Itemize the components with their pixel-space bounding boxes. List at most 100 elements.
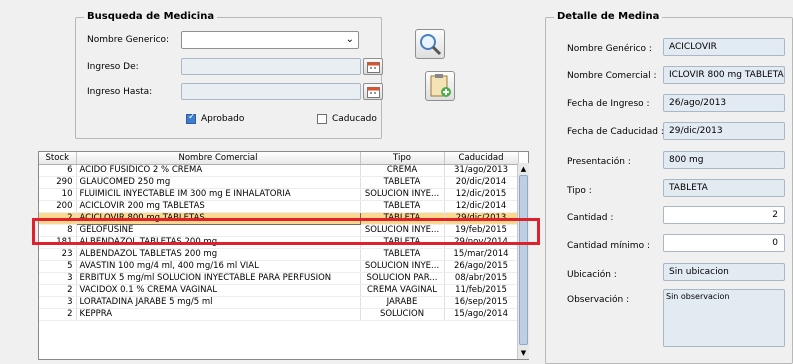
cell-type: TABLETA bbox=[360, 176, 445, 189]
cell-stock: 10 bbox=[39, 188, 77, 201]
detail-min-quantity-field[interactable]: 0 bbox=[663, 234, 785, 252]
column-header-name[interactable]: Nombre Comercial bbox=[76, 152, 361, 165]
scroll-down-icon[interactable]: ▼ bbox=[519, 348, 528, 358]
cell-expiry: 11/feb/2015 bbox=[444, 284, 519, 297]
detail-generic-label: Nombre Genérico : bbox=[567, 44, 652, 54]
detail-location-field: Sin ubicacion bbox=[663, 263, 785, 281]
cell-stock: 290 bbox=[39, 176, 77, 189]
table-row[interactable]: 2 KEPPRA SOLUCION 15/ago/2014 bbox=[39, 308, 519, 321]
cell-name: ERBITUX 5 mg/ml SOLUCION INYECTABLE PARA… bbox=[76, 272, 361, 285]
date-from-calendar-button[interactable] bbox=[363, 58, 383, 75]
clipboard-add-icon bbox=[430, 74, 451, 97]
cell-expiry: 26/ago/2015 bbox=[444, 260, 519, 273]
selected-row-highlight bbox=[32, 218, 540, 245]
date-to-input[interactable] bbox=[181, 83, 361, 100]
cell-type: SOLUCION INYE... bbox=[360, 188, 445, 201]
detail-expiry-label: Fecha de Caducidad : bbox=[567, 127, 664, 137]
approved-checkbox[interactable] bbox=[186, 112, 196, 124]
detail-commercial-field: ICLOVIR 800 mg TABLETAS bbox=[663, 66, 785, 84]
search-group-title: Busqueda de Medicina bbox=[84, 11, 218, 22]
cell-stock: 200 bbox=[39, 200, 77, 213]
cell-expiry: 12/dic/2015 bbox=[444, 188, 519, 201]
search-button[interactable] bbox=[415, 29, 445, 59]
medicine-table: Stock Nombre Comercial Tipo Caducidad 6A… bbox=[38, 151, 529, 360]
table-row[interactable]: 3 LORATADINA JARABE 5 mg/5 ml JARABE 16/sep… bbox=[39, 296, 519, 309]
table-row[interactable]: 10 FLUIMICIL INYECTABLE IM 300 mg E INHAL… bbox=[39, 188, 519, 201]
cell-expiry: 20/dic/2014 bbox=[444, 176, 519, 189]
cell-name: FLUIMICIL INYECTABLE IM 300 mg E INHALAT… bbox=[76, 188, 361, 201]
detail-quantity-field[interactable]: 2 bbox=[663, 206, 785, 224]
date-from-label: Ingreso De: bbox=[87, 62, 139, 72]
cell-stock: 3 bbox=[39, 272, 77, 285]
table-row[interactable]: 3 ERBITUX 5 mg/ml SOLUCION INYECTABLE PAR… bbox=[39, 272, 519, 285]
generic-name-combo[interactable]: ⌄ bbox=[181, 31, 359, 49]
cell-type: CREMA bbox=[360, 164, 445, 177]
cell-name: GLAUCOMED 250 mg bbox=[76, 176, 361, 189]
expired-checkbox[interactable] bbox=[317, 114, 327, 124]
detail-min-quantity-label: Cantidad mínimo : bbox=[567, 241, 650, 251]
detail-entry-field: 26/ago/2013 bbox=[663, 94, 785, 112]
detail-group-title: Detalle de Medina bbox=[554, 11, 663, 22]
scroll-up-icon[interactable]: ▲ bbox=[519, 164, 528, 174]
table-row[interactable]: 200 ACICLOVIR 200 mg TABLETAS TABLETA 12/di… bbox=[39, 200, 519, 213]
cell-expiry: 16/sep/2015 bbox=[444, 296, 519, 309]
calendar-icon bbox=[367, 87, 380, 98]
add-record-button[interactable] bbox=[425, 71, 455, 101]
cell-type: CREMA VAGINAL bbox=[360, 284, 445, 297]
detail-entry-label: Fecha de Ingreso : bbox=[567, 99, 650, 109]
date-to-calendar-button[interactable] bbox=[363, 83, 383, 100]
cell-expiry: 08/abr/2015 bbox=[444, 272, 519, 285]
cell-stock: 3 bbox=[39, 296, 77, 309]
cell-type: JARABE bbox=[360, 296, 445, 309]
table-row[interactable]: 290 GLAUCOMED 250 mg TABLETA 20/dic/2014 bbox=[39, 176, 519, 189]
column-header-stock[interactable]: Stock bbox=[39, 152, 77, 165]
cell-name: KEPPRA bbox=[76, 308, 361, 321]
cell-name: AVASTIN 100 mg/4 ml, 400 mg/16 ml VIAL bbox=[76, 260, 361, 273]
cell-name: VACIDOX 0.1 % CREMA VAGINAL bbox=[76, 284, 361, 297]
detail-notes-label: Observación : bbox=[567, 295, 630, 305]
cell-type: TABLETA bbox=[360, 248, 445, 261]
magnifier-icon bbox=[420, 34, 442, 56]
approved-label: Aprobado bbox=[201, 114, 245, 124]
detail-presentation-field: 800 mg bbox=[663, 151, 785, 169]
detail-notes-field: Sin observacion bbox=[663, 289, 785, 347]
cell-type: SOLUCION INYE... bbox=[360, 260, 445, 273]
generic-name-label: Nombre Generico: bbox=[87, 35, 170, 45]
cell-expiry: 15/ago/2014 bbox=[444, 308, 519, 321]
date-to-label: Ingreso Hasta: bbox=[87, 87, 153, 97]
table-scrollbar[interactable]: ▲ ▼ bbox=[517, 163, 529, 359]
cell-type: SOLUCION bbox=[360, 308, 445, 321]
cell-stock: 5 bbox=[39, 260, 77, 273]
chevron-down-icon: ⌄ bbox=[345, 34, 354, 45]
cell-stock: 2 bbox=[39, 284, 77, 297]
cell-type: TABLETA bbox=[360, 200, 445, 213]
table-row[interactable]: 5 AVASTIN 100 mg/4 ml, 400 mg/16 ml VIAL S… bbox=[39, 260, 519, 273]
cell-name: LORATADINA JARABE 5 mg/5 ml bbox=[76, 296, 361, 309]
scrollbar-thumb[interactable] bbox=[519, 175, 528, 345]
detail-type-label: Tipo : bbox=[567, 186, 592, 196]
detail-presentation-label: Presentación : bbox=[567, 157, 631, 167]
column-header-expiry[interactable]: Caducidad bbox=[444, 152, 519, 165]
cell-name: ALBENDAZOL TABLETAS 200 mg bbox=[76, 248, 361, 261]
detail-type-field: TABLETA bbox=[663, 179, 785, 197]
date-from-input[interactable] bbox=[181, 58, 361, 75]
detail-generic-field: ACICLOVIR bbox=[663, 38, 785, 56]
table-row[interactable]: 2 VACIDOX 0.1 % CREMA VAGINAL CREMA VAGINA… bbox=[39, 284, 519, 297]
cell-expiry: 12/dic/2014 bbox=[444, 200, 519, 213]
detail-quantity-label: Cantidad : bbox=[567, 213, 614, 223]
column-header-type[interactable]: Tipo bbox=[360, 152, 445, 165]
table-row[interactable]: 6 ACIDO FUSIDICO 2 % CREMA CREMA 31/ago/201… bbox=[39, 164, 519, 177]
cell-type: SOLUCION PAR... bbox=[360, 272, 445, 285]
table-row[interactable]: 23 ALBENDAZOL TABLETAS 200 mg TABLETA 15/ma… bbox=[39, 248, 519, 261]
detail-expiry-field: 29/dic/2013 bbox=[663, 122, 785, 140]
detail-commercial-label: Nombre Comercial : bbox=[567, 71, 657, 81]
cell-stock: 23 bbox=[39, 248, 77, 261]
cell-expiry: 31/ago/2013 bbox=[444, 164, 519, 177]
cell-name: ACIDO FUSIDICO 2 % CREMA bbox=[76, 164, 361, 177]
expired-label: Caducado bbox=[332, 114, 377, 124]
cell-stock: 6 bbox=[39, 164, 77, 177]
cell-stock: 2 bbox=[39, 308, 77, 321]
detail-location-label: Ubicación : bbox=[567, 270, 617, 280]
cell-name: ACICLOVIR 200 mg TABLETAS bbox=[76, 200, 361, 213]
cell-expiry: 15/mar/2014 bbox=[444, 248, 519, 261]
